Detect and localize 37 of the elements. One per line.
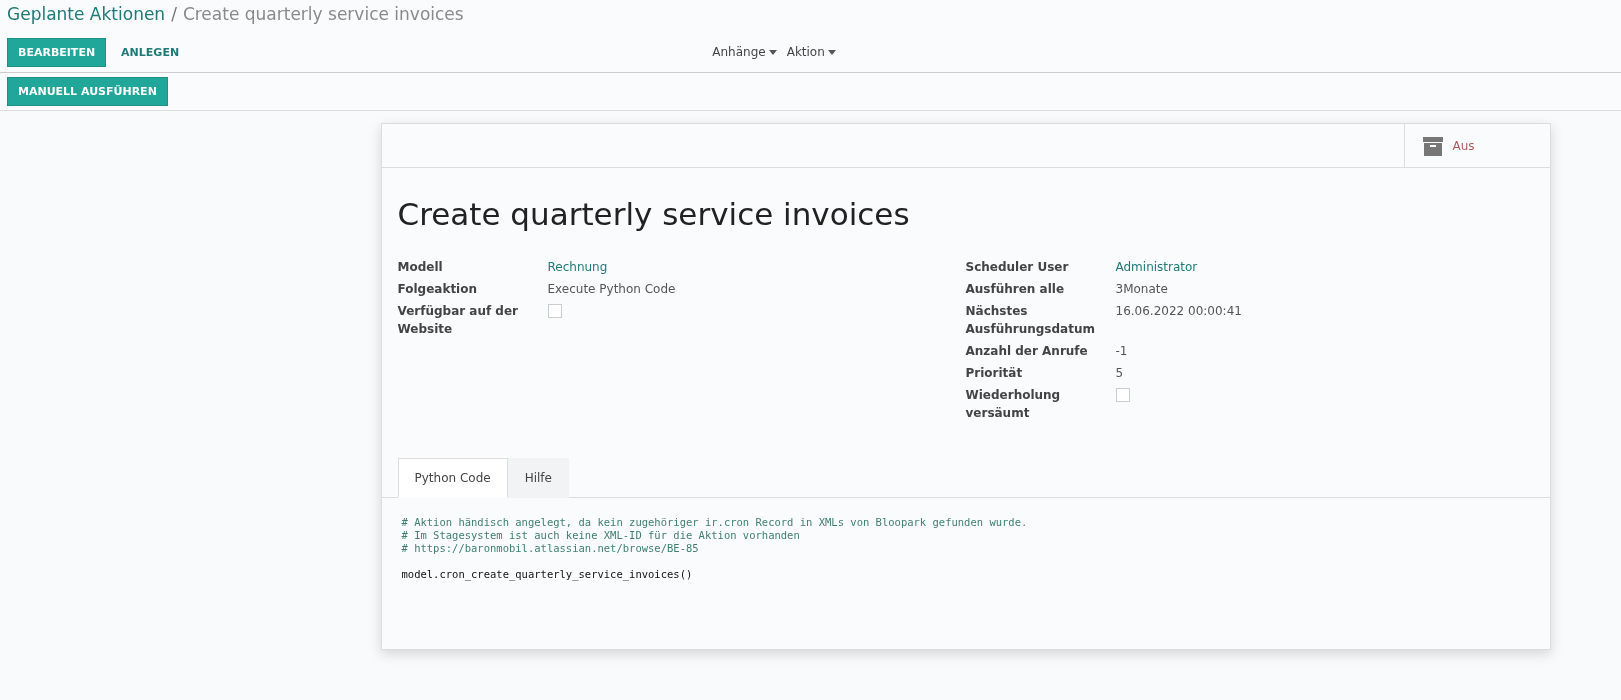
dropdown-button[interactable]: Anhänge (712, 45, 777, 59)
breadcrumb-link[interactable]: Geplante Aktionen (7, 4, 166, 24)
field-link[interactable]: Rechnung (547, 258, 608, 276)
code-comment: # Aktion händisch angelegt, da kein zugehöriger ir.cron Record in XMLs von Bloopark gefunden wurde. (401, 516, 1029, 529)
checkbox[interactable] (1115, 388, 1130, 402)
field-label: Priorität (965, 365, 1024, 382)
dropdown-button[interactable]: Aktion (786, 45, 836, 59)
field-label: Verfügbar auf der Website (397, 303, 519, 338)
field-label: Folgeaktion (397, 281, 478, 298)
archive-icon (1422, 135, 1443, 156)
create-button[interactable]: ANLEGEN (110, 37, 191, 67)
field-value: Execute Python Code (547, 281, 676, 298)
checkbox[interactable] (547, 304, 562, 318)
field-value: 3Monate (1115, 281, 1168, 298)
field-value: -1 (1115, 343, 1128, 360)
field-label: Modell (397, 259, 444, 276)
breadcrumb-separator: / (171, 4, 177, 24)
code-comment: # https://baronmobil.atlassian.net/browse/BE-85 (401, 542, 700, 555)
code-comment: # Im Stagesystem ist auch keine XML-ID für die Aktion vorhanden (401, 529, 801, 542)
field-label: Scheduler User (965, 259, 1070, 276)
field-label: Anzahl der Anrufe (965, 343, 1089, 360)
field-label: Nächstes Ausführungsdatum (965, 303, 1096, 338)
edit-button[interactable]: BEARBEITEN (7, 37, 107, 67)
run-button[interactable]: MANUELL AUSFÜHREN (7, 77, 168, 106)
tab[interactable]: Python Code (397, 458, 508, 498)
breadcrumb-current: Create quarterly service invoices (182, 4, 464, 24)
field-label: Wiederholung versäumt (965, 387, 1062, 422)
tab[interactable]: Hilfe (507, 458, 569, 498)
caret-icon (827, 49, 836, 55)
record-title: Create quarterly service invoices (397, 196, 911, 232)
field-value: 5 (1115, 365, 1124, 382)
field-link[interactable]: Administrator (1115, 258, 1198, 276)
archive-toggle[interactable]: Aus (1403, 124, 1550, 167)
code-line: model.cron_create_quarterly_service_invoices() (401, 568, 694, 581)
field-value: 16.06.2022 00:00:41 (1115, 303, 1242, 320)
field-label: Ausführen alle (965, 281, 1066, 298)
caret-icon (768, 49, 777, 55)
